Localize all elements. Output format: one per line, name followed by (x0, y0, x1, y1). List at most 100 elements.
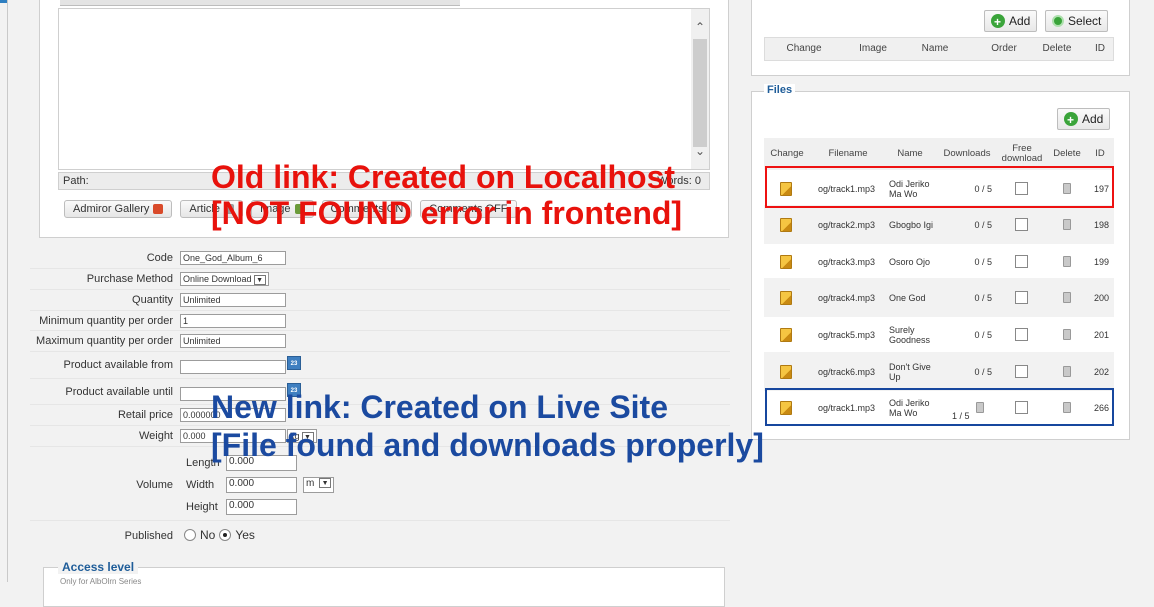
column-header: ID (1095, 43, 1105, 54)
free-download-cell[interactable] (1015, 242, 1028, 281)
height-label: Height (186, 501, 218, 513)
quantity-label: Quantity (132, 294, 173, 306)
published-yes-radio[interactable] (219, 529, 232, 541)
change-cell[interactable] (780, 352, 792, 391)
free-download-cell[interactable] (1015, 278, 1028, 317)
downloads-cell: 0 / 5 (974, 366, 992, 377)
delete-cell[interactable] (1063, 278, 1071, 317)
change-cell[interactable] (780, 205, 792, 244)
trash-icon[interactable] (1063, 292, 1071, 303)
file-row: og/track3.mp3 Osoro Ojo 0 / 5 199 (764, 242, 1114, 281)
free-download-cell[interactable] (1015, 352, 1028, 391)
editor-toolbar[interactable] (60, 0, 460, 6)
height-input[interactable]: 0.000 (226, 499, 297, 515)
filename-cell: og/track2.mp3 (818, 219, 876, 230)
delete-cell[interactable] (1063, 352, 1071, 391)
trash-icon[interactable] (1063, 256, 1071, 267)
free-download-checkbox[interactable] (1015, 218, 1028, 231)
available-from-input[interactable] (180, 360, 286, 374)
free-download-cell[interactable] (1015, 315, 1028, 354)
volume-label: Volume (136, 479, 173, 491)
min-quantity-input[interactable]: 1 (180, 314, 286, 328)
select-image-button[interactable]: Select (1045, 10, 1109, 32)
select-icon (1052, 15, 1064, 27)
old-link-highlight (765, 166, 1114, 208)
chevron-down-icon: ▼ (253, 274, 266, 285)
published-no-label: No (200, 528, 216, 542)
access-level-legend: Access level (58, 560, 139, 574)
add-icon (1064, 110, 1078, 130)
row-divider (30, 425, 730, 426)
row-divider (30, 378, 730, 379)
admiror-gallery-button[interactable]: Admiror Gallery (64, 200, 173, 218)
weight-label: Weight (138, 430, 173, 442)
max-quantity-label: Maximum quantity per order (36, 335, 173, 347)
free-download-cell[interactable] (1015, 205, 1028, 244)
min-quantity-label: Minimum quantity per order (39, 315, 173, 327)
filename-cell: og/track5.mp3 (818, 329, 876, 340)
scroll-down-icon[interactable]: ⌄ (694, 145, 706, 157)
scroll-thumb[interactable] (693, 39, 707, 147)
add-file-button[interactable]: Add (1057, 108, 1111, 130)
id-cell: 199 (1094, 256, 1110, 267)
id-cell: 202 (1094, 366, 1110, 377)
trash-icon[interactable] (1063, 219, 1071, 230)
row-divider (30, 351, 730, 352)
column-header: Change (786, 43, 822, 54)
column-header: Name (921, 43, 949, 54)
published-radio-group: No Yes (184, 528, 255, 542)
downloads-cell: 0 / 5 (974, 256, 992, 267)
editor-text-area[interactable]: ⌃ ⌄ (58, 8, 710, 170)
volume-unit-select[interactable]: m ▼ (303, 477, 335, 493)
column-header: Image (859, 43, 887, 54)
change-cell[interactable] (780, 242, 792, 281)
scroll-up-icon[interactable]: ⌃ (694, 21, 706, 33)
filename-cell: og/track3.mp3 (818, 256, 876, 267)
add-image-button[interactable]: Add (984, 10, 1038, 32)
gallery-icon (153, 204, 164, 214)
free-download-checkbox[interactable] (1015, 255, 1028, 268)
downloads-cell: 0 / 5 (974, 219, 992, 230)
free-download-checkbox[interactable] (1015, 365, 1028, 378)
id-cell: 200 (1094, 292, 1110, 303)
trash-icon[interactable] (1063, 366, 1071, 377)
width-label: Width (186, 479, 215, 491)
code-input[interactable]: One_God_Album_6 (180, 251, 286, 265)
file-row: og/track6.mp3 Don't Give Up 0 / 5 202 (764, 352, 1114, 391)
delete-cell[interactable] (1063, 315, 1071, 354)
editor-scrollbar[interactable]: ⌃ ⌄ (691, 9, 709, 169)
delete-cell[interactable] (1063, 242, 1071, 281)
name-cell: Gbogbo Igi (889, 219, 934, 230)
delete-cell[interactable] (1063, 205, 1071, 244)
row-divider (30, 289, 730, 290)
change-cell[interactable] (780, 278, 792, 317)
change-cell[interactable] (780, 315, 792, 354)
calendar-icon[interactable]: 23 (287, 356, 301, 370)
available-from-label: Product available from (63, 359, 173, 371)
max-quantity-input[interactable]: Unlimited (180, 334, 286, 348)
new-link-annotation-line1: New link: Created on Live Site (211, 389, 668, 425)
row-divider (30, 310, 730, 311)
free-download-checkbox[interactable] (1015, 328, 1028, 341)
downloads-cell: 0 / 5 (974, 292, 992, 303)
quantity-input[interactable]: Unlimited (180, 293, 286, 307)
file-row: og/track2.mp3 Gbogbo Igi 0 / 5 198 (764, 205, 1114, 244)
edit-icon[interactable] (780, 217, 792, 232)
edit-icon[interactable] (780, 254, 792, 269)
free-download-checkbox[interactable] (1015, 291, 1028, 304)
add-icon (991, 12, 1005, 32)
purchase-method-select[interactable]: Online Download ▼ (180, 272, 269, 286)
chevron-down-icon: ▼ (319, 478, 332, 489)
trash-icon[interactable] (1063, 329, 1071, 340)
edit-icon[interactable] (780, 290, 792, 305)
filename-cell: og/track4.mp3 (818, 292, 876, 303)
edit-icon[interactable] (780, 327, 792, 342)
page-left-border (7, 0, 8, 582)
old-link-annotation-line2: [NOT FOUND error in frontend] (211, 195, 683, 231)
new-link-highlight (765, 388, 1114, 426)
filename-cell: og/track6.mp3 (818, 366, 876, 377)
images-table-header: Change Image Name Order Delete ID (764, 37, 1114, 61)
width-input[interactable]: 0.000 (226, 477, 297, 493)
edit-icon[interactable] (780, 364, 792, 379)
published-no-radio[interactable] (184, 529, 196, 541)
